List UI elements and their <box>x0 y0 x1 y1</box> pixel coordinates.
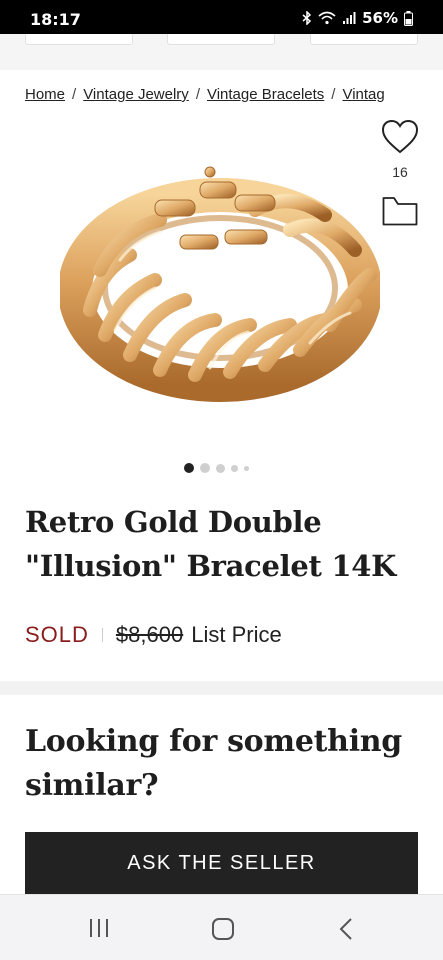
list-price-value: $8,600 <box>115 622 184 647</box>
price-divider <box>101 628 103 642</box>
status-time: 18:17 <box>30 10 81 29</box>
similar-heading-line2: similar? <box>25 768 159 803</box>
pagination-dot[interactable] <box>200 463 210 473</box>
heart-icon[interactable] <box>381 118 419 158</box>
breadcrumb-home[interactable]: Home <box>25 86 65 103</box>
price-row: SOLD $8,600 List Price <box>25 620 282 650</box>
pagination-dot[interactable] <box>216 463 225 473</box>
battery-percent: 56% <box>362 9 398 27</box>
product-title: Retro Gold Double "Illusion" Bracelet 14… <box>25 500 420 588</box>
status-bar: 18:17 56% <box>0 0 443 34</box>
recent-apps-icon[interactable] <box>88 917 110 939</box>
top-nav-tab[interactable] <box>167 34 275 45</box>
pagination-dot-active[interactable] <box>184 463 194 473</box>
product-image[interactable] <box>60 160 380 420</box>
pagination-dot[interactable] <box>244 465 249 471</box>
pagination-dot[interactable] <box>231 464 238 472</box>
breadcrumb-vintage-current[interactable]: Vintag <box>342 86 384 103</box>
folder-icon[interactable] <box>382 195 418 227</box>
battery-icon <box>404 10 413 26</box>
breadcrumb-vintage-bracelets[interactable]: Vintage Bracelets <box>207 86 324 103</box>
home-icon[interactable] <box>211 917 235 941</box>
breadcrumb-vintage-jewelry[interactable]: Vintage Jewelry <box>83 86 189 103</box>
similar-heading: Looking for something similar? <box>25 720 405 808</box>
similar-heading-line1: Looking for something <box>25 724 402 759</box>
breadcrumb-separator: / <box>195 86 200 103</box>
image-pagination <box>184 463 249 473</box>
sold-label: SOLD <box>25 622 89 647</box>
bluetooth-icon <box>302 11 312 25</box>
section-divider <box>0 681 443 695</box>
top-nav <box>0 34 443 70</box>
ask-the-seller-button[interactable]: ASK THE SELLER <box>25 832 418 894</box>
system-nav-bar <box>0 894 443 960</box>
favorite-count: 16 <box>392 164 408 180</box>
signal-icon <box>343 12 356 24</box>
list-price-label: List Price <box>191 622 282 647</box>
breadcrumb-separator: / <box>331 86 336 103</box>
product-title-line2: "Illusion" Bracelet 14K <box>25 549 397 583</box>
top-nav-tab[interactable] <box>310 34 418 45</box>
product-title-line1: Retro Gold Double <box>25 505 322 539</box>
back-icon[interactable] <box>338 917 354 941</box>
status-icons: 56% <box>302 9 413 27</box>
breadcrumb: Home / Vintage Jewelry / Vintage Bracelets / V… <box>25 86 425 108</box>
wifi-icon <box>318 11 336 25</box>
breadcrumb-separator: / <box>72 86 77 103</box>
top-nav-tab[interactable] <box>25 34 133 45</box>
